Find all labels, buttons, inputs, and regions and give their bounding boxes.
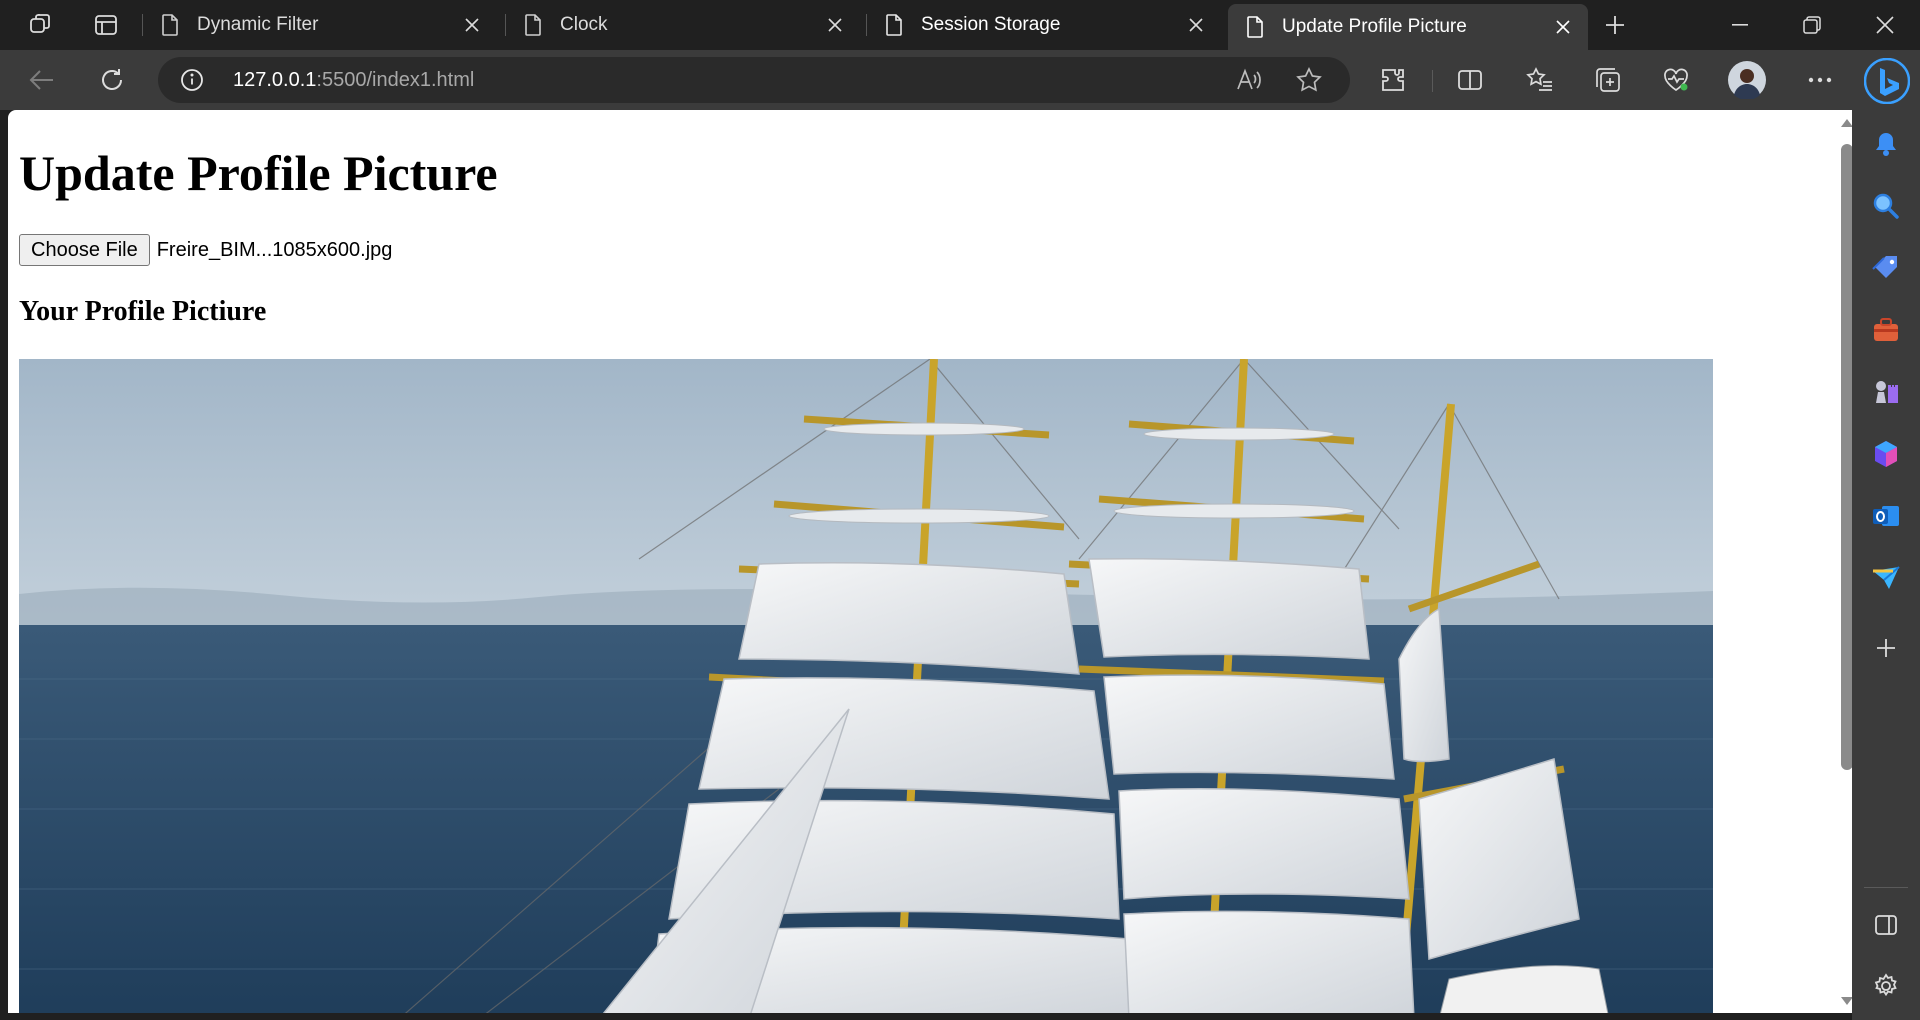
page-icon [1247, 16, 1263, 38]
url-path: :5500/index1.html [316, 69, 475, 91]
tab-strip: Dynamic Filter Clock Session Storage Upd… [0, 0, 1920, 50]
profile-avatar[interactable] [1727, 60, 1767, 100]
browser-essentials-icon[interactable] [1656, 62, 1696, 98]
favorite-star-icon[interactable] [1296, 67, 1322, 98]
settings-gear-icon[interactable] [1866, 966, 1906, 1006]
profile-picture-heading: Your Profile Pictiure [19, 296, 267, 327]
close-tab-icon[interactable] [1181, 10, 1211, 40]
microsoft-365-icon[interactable] [1866, 434, 1906, 474]
site-info-icon[interactable] [180, 68, 204, 97]
more-options-icon[interactable] [1800, 62, 1840, 98]
search-icon[interactable] [1866, 186, 1906, 226]
tab-session-storage[interactable]: Session Storage [867, 0, 1221, 50]
games-chess-icon[interactable] [1866, 372, 1906, 412]
tab-title: Clock [560, 14, 608, 35]
scroll-up-arrow-icon[interactable] [1838, 116, 1852, 130]
extensions-icon[interactable] [1373, 62, 1413, 98]
scroll-down-arrow-icon[interactable] [1838, 994, 1852, 1008]
url-host: 127.0.0.1 [233, 69, 317, 91]
tab-title: Update Profile Picture [1282, 16, 1467, 37]
vertical-tabs-icon[interactable] [89, 8, 123, 42]
workspaces-icon[interactable] [24, 8, 58, 42]
address-bar[interactable]: 127.0.0.1:5500/index1.html [158, 57, 1350, 103]
tab-dynamic-filter[interactable]: Dynamic Filter [143, 0, 497, 50]
tab-title: Dynamic Filter [197, 14, 319, 35]
close-tab-icon[interactable] [820, 10, 850, 40]
browser-toolbar: 127.0.0.1:5500/index1.html [0, 50, 1920, 110]
back-icon[interactable] [22, 62, 62, 98]
close-tab-icon[interactable] [1548, 12, 1578, 42]
shopping-tag-icon[interactable] [1866, 248, 1906, 288]
page-viewport: Update Profile Picture Choose File Freir… [8, 110, 1852, 1013]
add-sidebar-app-icon[interactable] [1866, 628, 1906, 668]
split-screen-icon[interactable] [1450, 62, 1490, 98]
choose-file-button[interactable]: Choose File [19, 234, 150, 266]
collections-icon[interactable] [1588, 62, 1628, 98]
refresh-icon[interactable] [92, 62, 132, 98]
read-aloud-icon[interactable] [1236, 68, 1262, 97]
close-tab-icon[interactable] [457, 10, 487, 40]
profile-picture-image [19, 359, 1713, 1013]
file-input[interactable]: Choose File Freire_BIM...1085x600.jpg [19, 234, 392, 266]
send-paper-plane-icon[interactable] [1866, 558, 1906, 598]
selected-file-name: Freire_BIM...1085x600.jpg [156, 238, 393, 261]
toolbar-divider [1432, 70, 1433, 92]
page-icon [525, 14, 541, 36]
copilot-icon[interactable] [1862, 56, 1912, 106]
hide-sidebar-icon[interactable] [1866, 905, 1906, 945]
tools-briefcase-icon[interactable] [1866, 310, 1906, 350]
page-icon [886, 14, 902, 36]
favorites-icon[interactable] [1520, 62, 1560, 98]
page-icon [162, 14, 178, 36]
scrollbar-thumb[interactable] [1841, 144, 1852, 770]
tab-title: Session Storage [921, 14, 1061, 35]
restore-icon[interactable] [1777, 0, 1847, 50]
edge-sidebar [1852, 110, 1920, 1020]
new-tab-icon[interactable] [1598, 8, 1632, 42]
notifications-bell-icon[interactable] [1866, 124, 1906, 164]
minimize-icon[interactable] [1705, 0, 1775, 50]
page-title: Update Profile Picture [19, 145, 498, 201]
tab-clock[interactable]: Clock [506, 0, 860, 50]
tab-update-profile-picture[interactable]: Update Profile Picture [1228, 4, 1588, 50]
close-window-icon[interactable] [1850, 0, 1920, 50]
url-text: 127.0.0.1:5500/index1.html [233, 69, 474, 92]
outlook-icon[interactable] [1866, 496, 1906, 536]
sidebar-divider [1864, 887, 1908, 888]
